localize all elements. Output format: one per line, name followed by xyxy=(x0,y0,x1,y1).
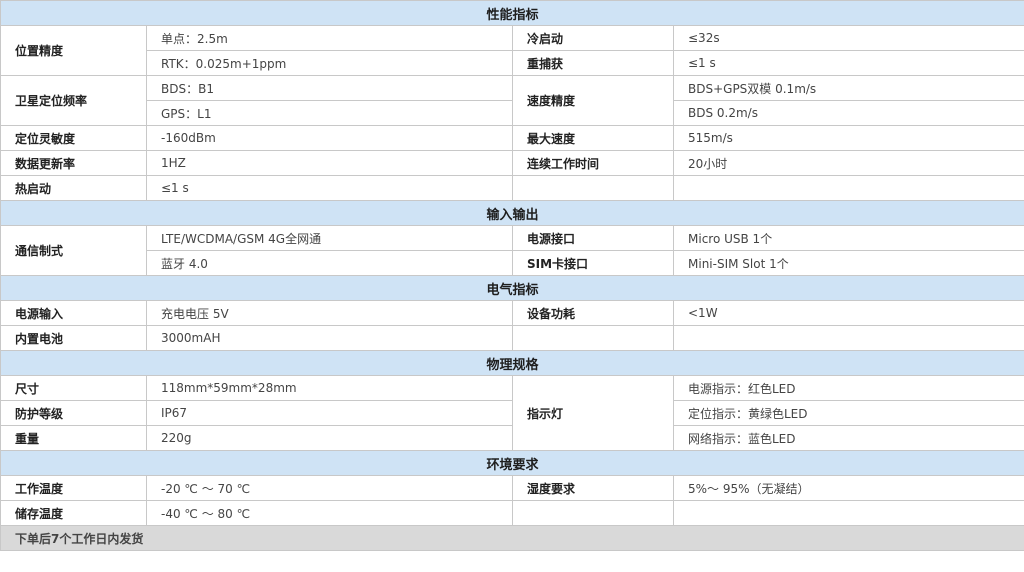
table-row: 防护等级 IP67 定位指示：黄绿色LED xyxy=(0,400,1024,426)
power-input-value: 充电电压 5V xyxy=(146,300,513,326)
indicator-power: 电源指示：红色LED xyxy=(672,375,1024,401)
table-row: 尺寸 118mm*59mm*28mm 指示灯 电源指示：红色LED xyxy=(0,375,1024,451)
indicator-network: 网络指示：蓝色LED xyxy=(672,425,1024,451)
table-row: 位置精度 单点：2.5m 冷启动 ≤32s xyxy=(0,25,1024,76)
sat-freq-bds: BDS：B1 xyxy=(146,75,513,101)
section-header-environment: 环境要求 xyxy=(0,450,1024,476)
table-row: 内置电池 3000mAH xyxy=(0,325,1024,351)
empty-cell xyxy=(672,175,1024,201)
section-title: 物理规格 xyxy=(0,350,1024,376)
section-header-physical: 物理规格 xyxy=(0,350,1024,376)
position-accuracy-rtk: RTK：0.025m+1ppm xyxy=(146,50,513,76)
table-row: 卫星定位频率 BDS：B1 速度精度 BDS+GPS双模 0.1m/s xyxy=(0,75,1024,126)
table-row: 蓝牙 4.0 SIM卡接口 Mini-SIM Slot 1个 xyxy=(1,250,1024,276)
cold-start-label: 冷启动 xyxy=(512,25,674,51)
size-label: 尺寸 xyxy=(0,375,147,401)
table-row: 储存温度 -40 ℃ ～ 80 ℃ xyxy=(0,500,1024,526)
section-title: 输入输出 xyxy=(0,200,1024,226)
table-row: 工作温度 -20 ℃ ～ 70 ℃ 湿度要求 5%～ 95%（无凝结） xyxy=(0,475,1024,501)
power-consumption-label: 设备功耗 xyxy=(512,300,674,326)
size-value: 118mm*59mm*28mm xyxy=(146,375,513,401)
work-time-label: 连续工作时间 xyxy=(512,150,674,176)
speed-accuracy-dual: BDS+GPS双模 0.1m/s xyxy=(672,75,1024,101)
sensitivity-value: -160dBm xyxy=(146,125,513,151)
position-accuracy-label: 位置精度 xyxy=(0,25,147,76)
hot-start-value: ≤1 s xyxy=(146,175,513,201)
table-row: 热启动 ≤1 s xyxy=(0,175,1024,201)
sensitivity-label: 定位灵敏度 xyxy=(0,125,147,151)
update-rate-label: 数据更新率 xyxy=(0,150,147,176)
power-port-value: Micro USB 1个 xyxy=(672,225,1024,251)
power-input-label: 电源输入 xyxy=(0,300,147,326)
max-speed-label: 最大速度 xyxy=(512,125,674,151)
table-row: 电源输入 充电电压 5V 设备功耗 <1W xyxy=(0,300,1024,326)
work-temp-value: -20 ℃ ～ 70 ℃ xyxy=(146,475,513,501)
storage-temp-label: 储存温度 xyxy=(0,500,147,526)
table-row: 重量 220g 网络指示：蓝色LED xyxy=(0,425,1024,451)
sat-freq-label: 卫星定位频率 xyxy=(0,75,147,126)
humidity-label: 湿度要求 xyxy=(512,475,674,501)
humidity-value: 5%～ 95%（无凝结） xyxy=(672,475,1024,501)
section-title: 电气指标 xyxy=(0,275,1024,301)
table-row: GPS：L1 BDS 0.2m/s xyxy=(1,100,1024,126)
work-time-value: 20小时 xyxy=(672,150,1024,176)
cold-start-value: ≤32s xyxy=(672,25,1024,51)
indicator-label: 指示灯 xyxy=(512,375,674,451)
battery-value: 3000mAH xyxy=(146,325,513,351)
table-row: RTK：0.025m+1ppm 重捕获 ≤1 s xyxy=(1,50,1024,76)
work-temp-label: 工作温度 xyxy=(0,475,147,501)
section-header-electrical: 电气指标 xyxy=(0,275,1024,301)
power-consumption-value: <1W xyxy=(672,300,1024,326)
update-rate-value: 1HZ xyxy=(146,150,513,176)
empty-cell xyxy=(512,500,674,526)
shipping-note: 下单后7个工作日内发货 xyxy=(0,525,1024,551)
table-row: 通信制式 LTE/WCDMA/GSM 4G全网通 电源接口 Micro USB … xyxy=(0,225,1024,276)
table-row: 数据更新率 1HZ 连续工作时间 20小时 xyxy=(0,150,1024,176)
table-row: 定位灵敏度 -160dBm 最大速度 515m/s xyxy=(0,125,1024,151)
reacquisition-value: ≤1 s xyxy=(672,50,1024,76)
comm-network: LTE/WCDMA/GSM 4G全网通 xyxy=(146,225,513,251)
sim-port-value: Mini-SIM Slot 1个 xyxy=(672,250,1024,276)
sat-freq-gps: GPS：L1 xyxy=(146,100,513,126)
reacquisition-label: 重捕获 xyxy=(512,50,674,76)
speed-accuracy-label: 速度精度 xyxy=(512,75,674,126)
section-title: 性能指标 xyxy=(0,0,1024,26)
comm-bluetooth: 蓝牙 4.0 xyxy=(146,250,513,276)
section-header-performance: 性能指标 xyxy=(0,0,1024,26)
sim-port-label: SIM卡接口 xyxy=(512,250,674,276)
section-header-io: 输入输出 xyxy=(0,200,1024,226)
max-speed-value: 515m/s xyxy=(672,125,1024,151)
footer-row: 下单后7个工作日内发货 xyxy=(0,525,1024,551)
empty-cell xyxy=(512,325,674,351)
weight-label: 重量 xyxy=(0,425,147,451)
position-accuracy-single: 单点：2.5m xyxy=(146,25,513,51)
indicator-position: 定位指示：黄绿色LED xyxy=(672,400,1024,426)
battery-label: 内置电池 xyxy=(0,325,147,351)
hot-start-label: 热启动 xyxy=(0,175,147,201)
comm-label: 通信制式 xyxy=(0,225,147,276)
speed-accuracy-bds: BDS 0.2m/s xyxy=(672,100,1024,126)
protection-value: IP67 xyxy=(146,400,513,426)
storage-temp-value: -40 ℃ ～ 80 ℃ xyxy=(146,500,513,526)
empty-cell xyxy=(672,325,1024,351)
section-title: 环境要求 xyxy=(0,450,1024,476)
weight-value: 220g xyxy=(146,425,513,451)
protection-label: 防护等级 xyxy=(0,400,147,426)
empty-cell xyxy=(512,175,674,201)
empty-cell xyxy=(672,500,1024,526)
power-port-label: 电源接口 xyxy=(512,225,674,251)
spec-table: 性能指标 位置精度 单点：2.5m 冷启动 ≤32s RTK：0.025m+1p… xyxy=(0,0,1024,551)
